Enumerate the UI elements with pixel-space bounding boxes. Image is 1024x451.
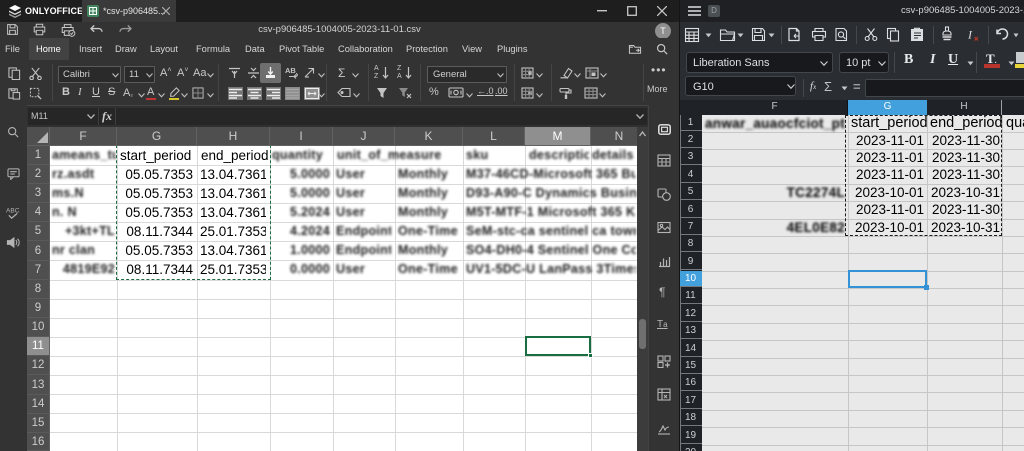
svg-text:I: I [967,28,973,42]
svg-text:ABC: ABC [6,208,20,215]
svg-text:AB: AB [285,66,296,75]
